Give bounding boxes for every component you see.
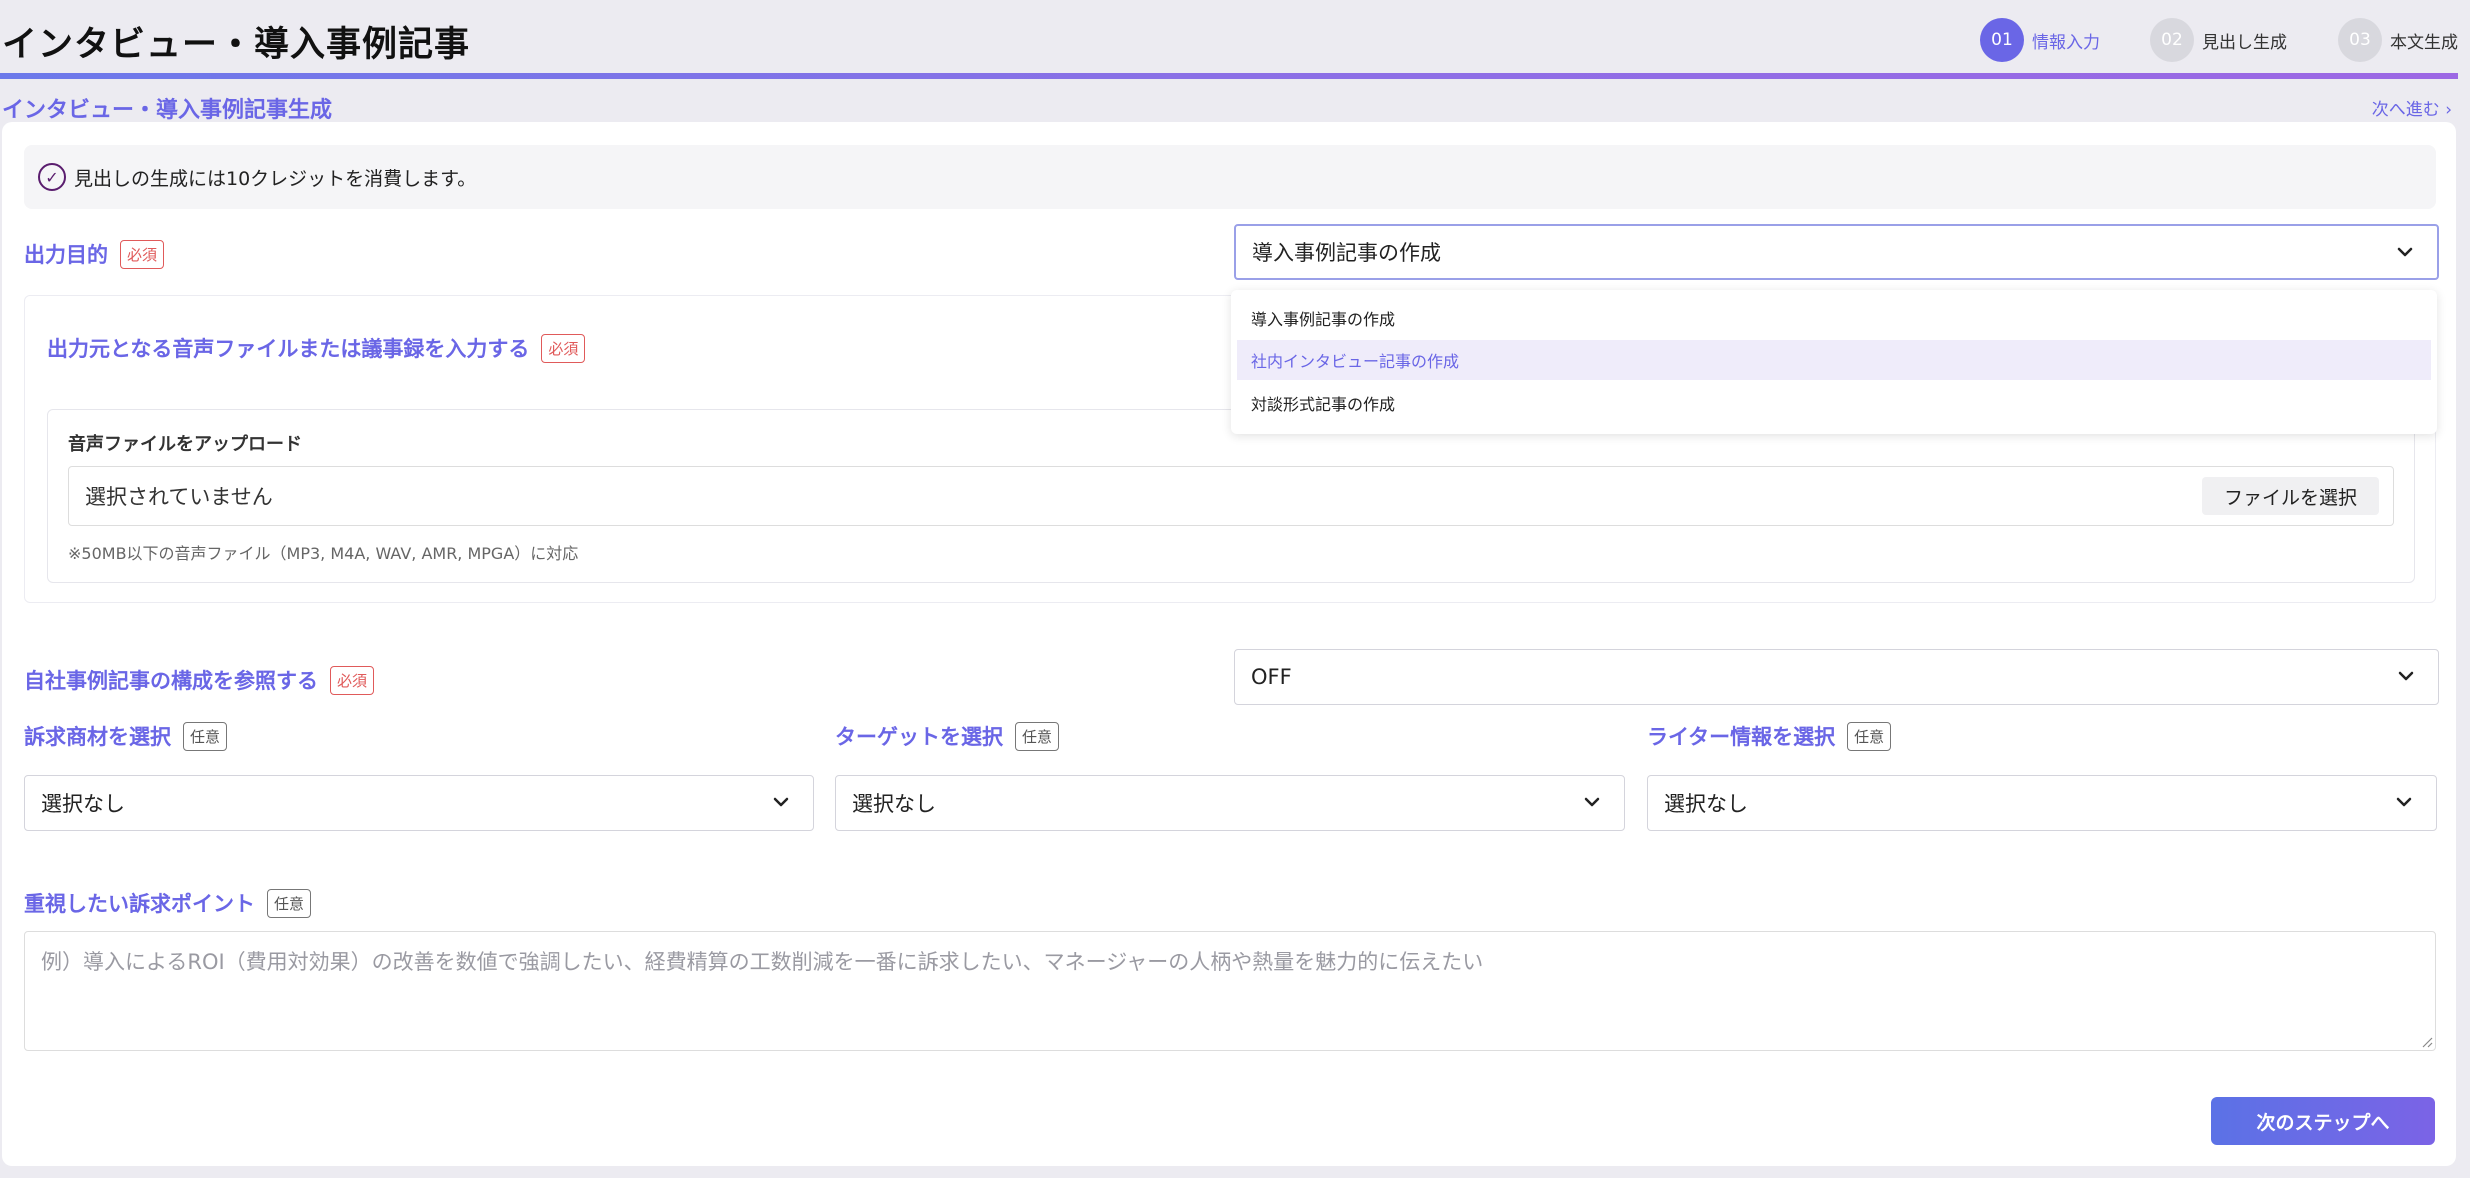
chevron-down-icon — [773, 797, 789, 807]
credit-notice-text: 見出しの生成には10クレジットを消費します。 — [74, 167, 477, 190]
reference-select[interactable]: OFF — [1234, 649, 2439, 705]
chevron-down-icon — [2397, 247, 2413, 257]
check-circle-icon: ✓ — [38, 163, 66, 191]
appeal-points-placeholder: 例）導入によるROI（費用対効果）の改善を数値で強調したい、経費精算の工数削減を… — [41, 950, 1484, 974]
purpose-option[interactable]: 対談形式記事の作成 — [1237, 383, 2431, 423]
chevron-down-icon — [2396, 797, 2412, 807]
step-1-number: 01 — [1980, 18, 2024, 62]
step-3-number: 03 — [2338, 18, 2382, 62]
optional-badge: 任意 — [267, 888, 312, 918]
progress-bar — [0, 73, 2458, 79]
reference-label-text: 自社事例記事の構成を参照する — [24, 669, 318, 693]
source-label-text: 出力元となる音声ファイルまたは議事録を入力する — [47, 337, 530, 361]
step-1[interactable]: 01 情報入力 — [1980, 18, 2100, 62]
product-label-text: 訴求商材を選択 — [24, 725, 171, 749]
appeal-points-textarea[interactable]: 例）導入によるROI（費用対効果）の改善を数値で強調したい、経費精算の工数削減を… — [24, 931, 2436, 1051]
target-select[interactable]: 選択なし — [835, 775, 1625, 831]
target-select-value: 選択なし — [852, 792, 936, 816]
upload-title: 音声ファイルをアップロード — [68, 434, 302, 455]
purpose-option[interactable]: 社内インタビュー記事の作成 — [1237, 340, 2431, 380]
step-3-label: 本文生成 — [2390, 32, 2458, 53]
purpose-dropdown-menu: 導入事例記事の作成 社内インタビュー記事の作成 対談形式記事の作成 — [1231, 290, 2437, 434]
purpose-select[interactable]: 導入事例記事の作成 — [1234, 224, 2439, 280]
next-step-button[interactable]: 次のステップへ — [2211, 1097, 2435, 1145]
upload-box: 音声ファイルをアップロード 選択されていません ファイルを選択 ※50MB以下の… — [47, 409, 2415, 583]
writer-select[interactable]: 選択なし — [1647, 775, 2437, 831]
target-label-text: ターゲットを選択 — [835, 725, 1003, 749]
form-card: ✓ 見出しの生成には10クレジットを消費します。 出力目的 必須 導入事例記事の… — [2, 122, 2456, 1166]
choose-file-button[interactable]: ファイルを選択 — [2201, 477, 2379, 515]
resize-grip-icon[interactable] — [2419, 1034, 2433, 1048]
credit-notice: ✓ 見出しの生成には10クレジットを消費します。 — [24, 145, 2436, 209]
step-2[interactable]: 02 見出し生成 — [2150, 18, 2287, 62]
chevron-down-icon — [1584, 797, 1600, 807]
reference-label: 自社事例記事の構成を参照する 必須 — [24, 665, 375, 695]
target-label: ターゲットを選択 任意 — [835, 721, 1060, 751]
reference-select-value: OFF — [1251, 665, 1292, 689]
file-status: 選択されていません — [85, 485, 273, 509]
source-label: 出力元となる音声ファイルまたは議事録を入力する 必須 — [47, 333, 586, 363]
section-title: インタビュー・導入事例記事生成 — [2, 98, 333, 123]
next-link[interactable]: 次へ進む › — [2372, 95, 2452, 120]
points-label-text: 重視したい訴求ポイント — [24, 892, 255, 916]
purpose-label: 出力目的 必須 — [24, 239, 165, 269]
product-select[interactable]: 選択なし — [24, 775, 814, 831]
required-badge: 必須 — [120, 239, 165, 269]
step-1-label: 情報入力 — [2032, 32, 2100, 53]
optional-badge: 任意 — [1015, 721, 1060, 751]
purpose-select-value: 導入事例記事の作成 — [1252, 241, 1441, 265]
optional-badge: 任意 — [1847, 721, 1892, 751]
app-header: インタビュー・導入事例記事 01 情報入力 02 見出し生成 03 本文生成 — [0, 0, 2470, 80]
product-label: 訴求商材を選択 任意 — [24, 721, 228, 751]
chevron-down-icon — [2398, 671, 2414, 681]
optional-badge: 任意 — [183, 721, 228, 751]
step-2-number: 02 — [2150, 18, 2194, 62]
step-2-label: 見出し生成 — [2202, 32, 2287, 53]
product-select-value: 選択なし — [41, 792, 125, 816]
audio-file-input[interactable]: 選択されていません ファイルを選択 — [68, 466, 2394, 526]
required-badge: 必須 — [541, 333, 586, 363]
upload-note: ※50MB以下の音声ファイル（MP3, M4A, WAV, AMR, MPGA）… — [68, 544, 579, 563]
required-badge: 必須 — [330, 665, 375, 695]
purpose-label-text: 出力目的 — [24, 243, 108, 267]
writer-select-value: 選択なし — [1664, 792, 1748, 816]
writer-label: ライター情報を選択 任意 — [1647, 721, 1892, 751]
step-3[interactable]: 03 本文生成 — [2338, 18, 2458, 62]
page-title: インタビュー・導入事例記事 — [2, 25, 471, 65]
points-label: 重視したい訴求ポイント 任意 — [24, 888, 312, 918]
writer-label-text: ライター情報を選択 — [1647, 725, 1836, 749]
purpose-option[interactable]: 導入事例記事の作成 — [1237, 298, 2431, 338]
